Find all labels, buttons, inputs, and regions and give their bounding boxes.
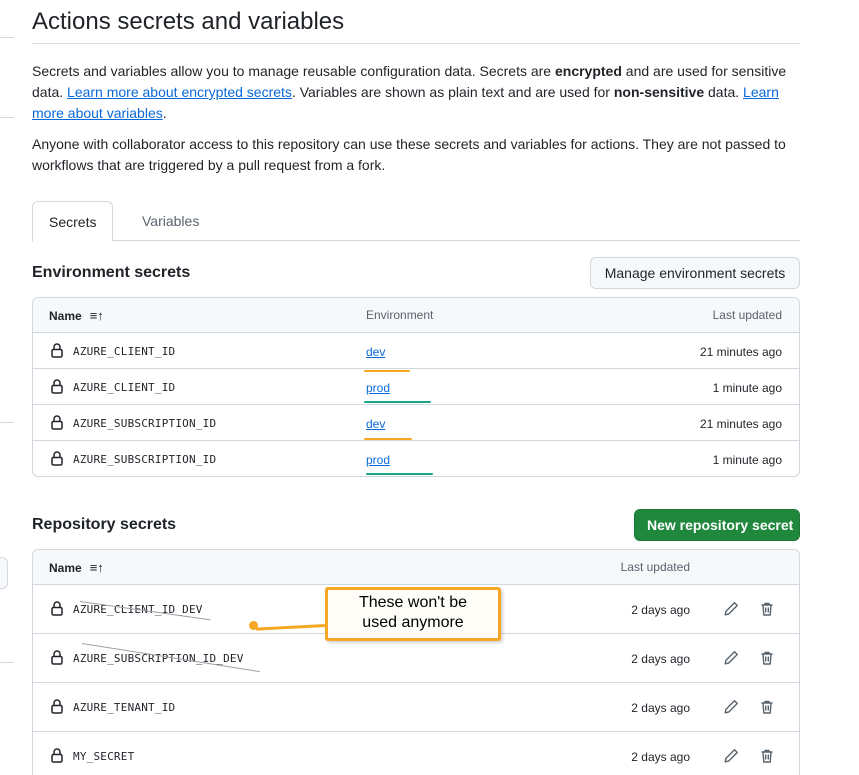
pencil-icon[interactable] (723, 601, 739, 617)
sort-ascending-icon[interactable]: ≡↑ (90, 550, 104, 585)
pencil-icon[interactable] (723, 748, 739, 764)
manage-environment-secrets-button[interactable]: Manage environment secrets (590, 257, 800, 289)
secret-name: AZURE_TENANT_ID (73, 701, 176, 714)
environment-secrets-table: Name ≡↑ Environment Last updated AZURE_CL… (32, 297, 800, 477)
page-title: Actions secrets and variables (32, 8, 345, 35)
table-row: AZURE_CLIENT_ID dev 21 minutes ago (33, 333, 799, 369)
secret-name: AZURE_CLIENT_ID (73, 381, 176, 394)
pencil-icon[interactable] (723, 650, 739, 666)
table-row: AZURE_SUBSCRIPTION_ID dev 21 minutes ago (33, 405, 799, 441)
last-updated: 2 days ago (631, 652, 690, 666)
new-repository-secret-button[interactable]: New repository secret (634, 509, 800, 541)
last-updated-column-header: Last updated (620, 560, 690, 574)
lock-icon (51, 650, 63, 665)
prod-highlight-underline (364, 401, 431, 403)
trash-icon[interactable] (759, 748, 775, 764)
sidebar-item-edge[interactable] (0, 557, 8, 589)
environment-link[interactable]: prod (366, 381, 390, 395)
lock-icon (51, 379, 63, 394)
lock-icon (51, 451, 63, 466)
intro-text: Secrets and variables allow you to manag… (32, 63, 787, 121)
secret-name: AZURE_SUBSCRIPTION_ID_DEV (73, 652, 244, 665)
tab-secrets[interactable]: Secrets (32, 201, 114, 242)
table-row: MY_SECRET 2 days ago (33, 732, 799, 775)
table-row: AZURE_SUBSCRIPTION_ID_DEV 2 days ago (33, 634, 799, 683)
sidebar-divider (0, 422, 14, 423)
pencil-icon[interactable] (723, 699, 739, 715)
last-updated: 2 days ago (631, 750, 690, 764)
encrypted-secrets-link[interactable]: Learn more about encrypted secrets (67, 84, 292, 100)
repository-secrets-heading: Repository secrets (32, 516, 177, 533)
table-row: AZURE_TENANT_ID 2 days ago (33, 683, 799, 732)
environment-secrets-heading: Environment secrets (32, 264, 191, 281)
environment-link[interactable]: dev (366, 417, 385, 431)
last-updated-column-header: Last updated (712, 308, 782, 322)
callout-line-2: used anymore (362, 614, 464, 631)
dev-highlight-underline (364, 438, 412, 440)
last-updated: 2 days ago (631, 603, 690, 617)
name-column-header[interactable]: Name ≡↑ (49, 298, 104, 334)
environment-column-header: Environment (366, 308, 434, 322)
table-header: Name ≡↑ Last updated (33, 550, 799, 585)
last-updated: 1 minute ago (712, 453, 782, 467)
sort-ascending-icon[interactable]: ≡↑ (90, 298, 104, 333)
trash-icon[interactable] (759, 699, 775, 715)
callout-line-1: These won't be (358, 594, 467, 611)
secret-name: AZURE_CLIENT_ID (73, 345, 176, 358)
name-column-header[interactable]: Name ≡↑ (49, 550, 104, 586)
table-row: AZURE_CLIENT_ID prod 1 minute ago (33, 369, 799, 405)
lock-icon (51, 415, 63, 430)
annotation-callout: These won't be used anymore (325, 587, 501, 641)
environment-link[interactable]: dev (366, 345, 385, 359)
lock-icon (51, 343, 63, 358)
lock-icon (51, 748, 63, 763)
dev-highlight-underline (364, 370, 410, 372)
secret-name: MY_SECRET (73, 750, 135, 763)
access-note: Anyone with collaborator access to this … (32, 136, 786, 173)
environment-link[interactable]: prod (366, 453, 390, 467)
secret-name: AZURE_SUBSCRIPTION_ID (73, 417, 217, 430)
prod-highlight-underline (366, 473, 433, 475)
table-header: Name ≡↑ Environment Last updated (33, 298, 799, 333)
tab-variables[interactable]: Variables (126, 201, 215, 242)
title-divider (32, 43, 800, 44)
last-updated: 2 days ago (631, 701, 690, 715)
repository-secrets-table: Name≡↑ Last updated AZURE_CLIENT_ID_DEV … (32, 549, 800, 775)
sidebar-divider (0, 37, 14, 38)
last-updated: 21 minutes ago (699, 417, 782, 431)
trash-icon[interactable] (759, 650, 775, 666)
callout-pointer-dot (249, 621, 258, 630)
secret-name: AZURE_SUBSCRIPTION_ID (73, 453, 217, 466)
lock-icon (51, 601, 63, 616)
tab-bar: Secrets Variables (32, 201, 800, 242)
sidebar-divider (0, 662, 14, 663)
lock-icon (51, 699, 63, 714)
last-updated: 1 minute ago (712, 381, 782, 395)
table-row: AZURE_SUBSCRIPTION_ID prod 1 minute ago (33, 441, 799, 476)
trash-icon[interactable] (759, 601, 775, 617)
last-updated: 21 minutes ago (699, 345, 782, 359)
sidebar-divider (0, 117, 14, 118)
